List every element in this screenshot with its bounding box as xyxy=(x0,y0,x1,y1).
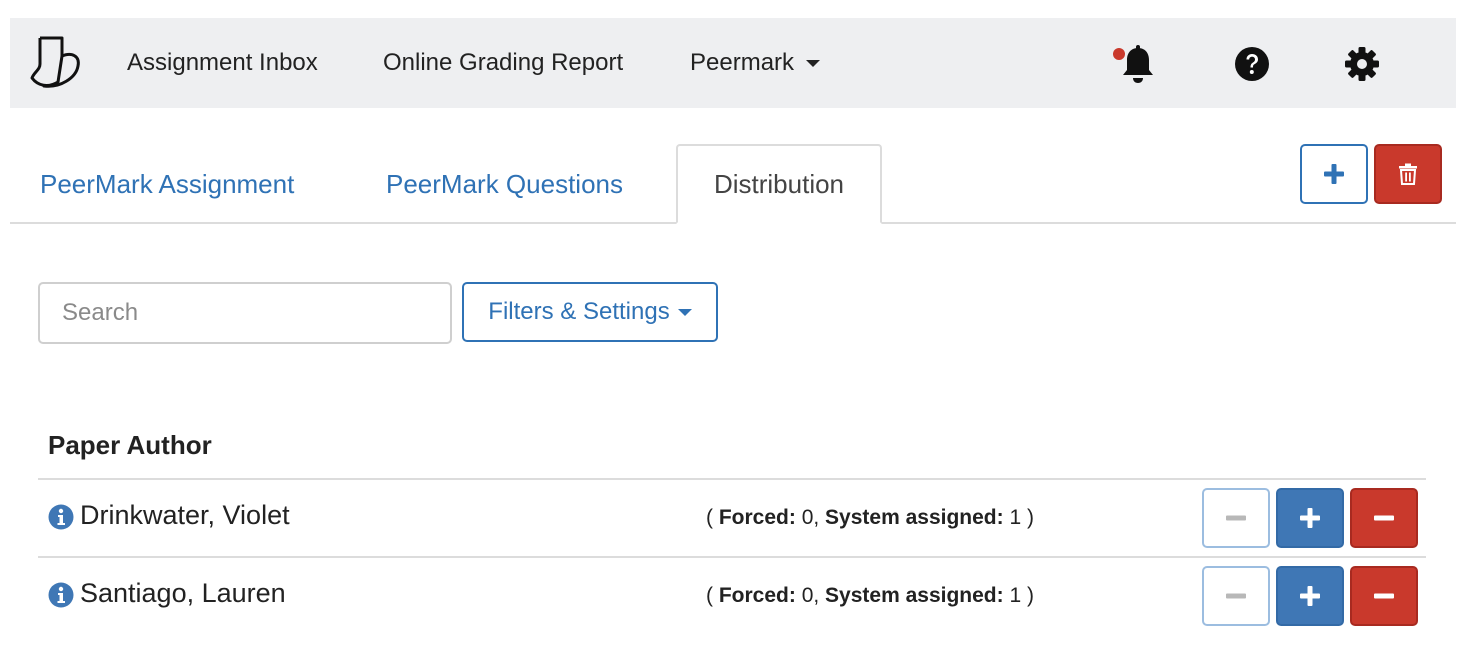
forced-label: Forced: xyxy=(718,506,796,529)
tab-peermark-questions-label: PeerMark Questions xyxy=(386,168,623,199)
search-input[interactable] xyxy=(38,282,452,344)
increment-button[interactable] xyxy=(1276,488,1344,548)
tab-peermark-questions[interactable]: PeerMark Questions xyxy=(374,144,674,224)
table-row: Santiago, Lauren ( Forced: 0, System ass… xyxy=(38,556,1426,634)
tab-bar: PeerMark Assignment PeerMark Questions D… xyxy=(10,144,1456,224)
nav-peermark-label: Peermark xyxy=(690,49,795,76)
minus-icon xyxy=(1374,593,1394,599)
minus-icon xyxy=(1226,515,1246,521)
plus-icon xyxy=(1324,164,1344,184)
help-button[interactable] xyxy=(1232,44,1272,84)
assignment-counts: ( Forced: 0, System assigned: 1 ) xyxy=(706,584,1034,607)
decrement-button[interactable] xyxy=(1202,488,1270,548)
tab-distribution[interactable]: Distribution xyxy=(676,144,882,224)
plus-icon xyxy=(1300,586,1320,606)
nav-assignment-inbox[interactable]: Assignment Inbox xyxy=(127,18,318,108)
nav-peermark-dropdown[interactable]: Peermark xyxy=(690,18,821,108)
info-icon[interactable] xyxy=(48,582,74,608)
notification-bell-icon xyxy=(1123,45,1153,83)
tab-peermark-assignment[interactable]: PeerMark Assignment xyxy=(28,144,358,224)
increment-button[interactable] xyxy=(1276,566,1344,626)
column-header-paper-author: Paper Author xyxy=(48,430,212,460)
system-assigned-count: 1 xyxy=(1009,506,1022,529)
tab-peermark-assignment-label: PeerMark Assignment xyxy=(40,168,295,199)
author-name: Drinkwater, Violet xyxy=(80,500,290,530)
author-name: Santiago, Lauren xyxy=(80,578,286,608)
caret-down-icon xyxy=(677,308,692,316)
caret-down-icon xyxy=(806,59,821,67)
plus-icon xyxy=(1300,508,1320,528)
system-assigned-label: System assigned: xyxy=(825,506,1004,529)
assignment-counts: ( Forced: 0, System assigned: 1 ) xyxy=(706,506,1034,529)
filters-settings-button[interactable]: Filters & Settings xyxy=(462,282,718,342)
decrement-button[interactable] xyxy=(1202,566,1270,626)
delete-button[interactable] xyxy=(1374,144,1442,204)
remove-button[interactable] xyxy=(1350,566,1418,626)
forced-label: Forced: xyxy=(718,584,796,607)
notification-dot xyxy=(1113,48,1125,60)
nav-assignment-inbox-label: Assignment Inbox xyxy=(127,49,318,76)
app-logo-icon[interactable] xyxy=(28,34,84,92)
forced-count: 0 xyxy=(801,584,814,607)
gear-icon xyxy=(1345,47,1379,81)
nav-online-grading-report-label: Online Grading Report xyxy=(383,49,624,76)
top-navbar: Assignment Inbox Online Grading Report P… xyxy=(10,18,1456,108)
system-assigned-count: 1 xyxy=(1009,584,1022,607)
add-button[interactable] xyxy=(1300,144,1368,204)
tab-distribution-label: Distribution xyxy=(713,168,845,199)
table-row: Drinkwater, Violet ( Forced: 0, System a… xyxy=(38,478,1426,556)
trash-icon xyxy=(1399,163,1417,185)
help-icon xyxy=(1235,47,1269,81)
settings-button[interactable] xyxy=(1342,44,1382,84)
filters-settings-label: Filters & Settings xyxy=(488,298,670,325)
remove-button[interactable] xyxy=(1350,488,1418,548)
system-assigned-label: System assigned: xyxy=(825,584,1004,607)
forced-count: 0 xyxy=(801,506,814,529)
nav-online-grading-report[interactable]: Online Grading Report xyxy=(383,18,623,108)
minus-icon xyxy=(1226,593,1246,599)
minus-icon xyxy=(1374,515,1394,521)
info-icon[interactable] xyxy=(48,504,74,530)
